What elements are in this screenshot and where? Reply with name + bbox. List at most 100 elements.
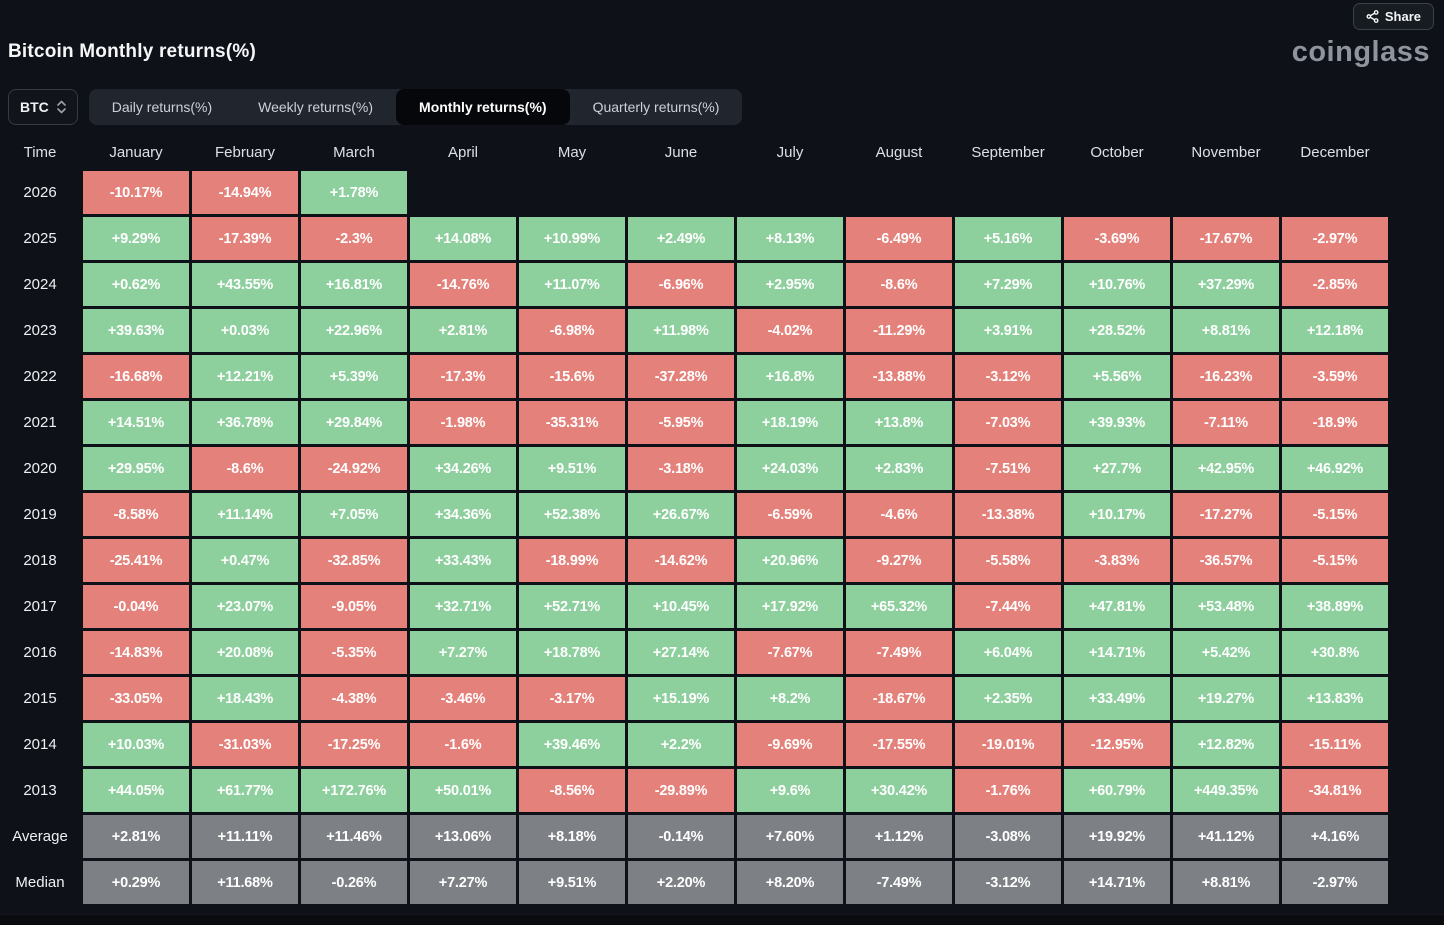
table-row-2024: 2024 +0.62% +43.55% +16.81% -14.76% +11.07% -6… <box>0 263 1444 306</box>
horizontal-scrollbar-track[interactable] <box>0 914 1444 925</box>
return-cell-2023-november: +8.81% <box>1173 309 1279 352</box>
return-cell-2020-may: +9.51% <box>519 447 625 490</box>
return-cell-2023-may: -6.98% <box>519 309 625 352</box>
return-cell-2017-september: -7.44% <box>955 585 1061 628</box>
return-cell-2013-october: +60.79% <box>1064 769 1170 812</box>
return-cell-2013-july: +9.6% <box>737 769 843 812</box>
return-cell-2020-june: -3.18% <box>628 447 734 490</box>
row-label-2020: 2020 <box>23 460 57 477</box>
table-row-2023: 2023 +39.63% +0.03% +22.96% +2.81% -6.98% +11.… <box>0 309 1444 352</box>
tab-bar: Daily returns(%) Weekly returns(%) Monthly… <box>88 89 743 125</box>
return-cell-2013-november: +449.35% <box>1173 769 1279 812</box>
return-cell-2019-august: -4.6% <box>846 493 952 536</box>
return-cell-2024-september: +7.29% <box>955 263 1061 306</box>
tab-monthly-returns[interactable]: Monthly returns(%) <box>396 89 570 125</box>
return-cell-2022-july: +16.8% <box>737 355 843 398</box>
return-cell-2024-february: +43.55% <box>192 263 298 306</box>
return-cell-2013-december: -34.81% <box>1282 769 1388 812</box>
return-cell-2014-september: -19.01% <box>955 723 1061 766</box>
return-cell-2013-june: -29.89% <box>628 769 734 812</box>
return-cell-2022-january: -16.68% <box>83 355 189 398</box>
return-cell-2024-january: +0.62% <box>83 263 189 306</box>
return-cell-2013-april: +50.01% <box>410 769 516 812</box>
row-label-2022: 2022 <box>23 368 57 385</box>
return-cell-2020-september: -7.51% <box>955 447 1061 490</box>
return-cell-2021-october: +39.93% <box>1064 401 1170 444</box>
return-cell-2022-february: +12.21% <box>192 355 298 398</box>
chevron-updown-icon <box>56 100 66 114</box>
return-cell-2026-november <box>1173 171 1279 214</box>
column-header-december: December <box>1300 143 1370 161</box>
row-label-2018: 2018 <box>23 552 57 569</box>
table-row-median: Median +0.29% +11.68% -0.26% +7.27% +9.51% +2.… <box>0 861 1444 904</box>
toolbar: BTC Daily returns(%) Weekly returns(%) Mon… <box>8 89 1444 125</box>
return-cell-2015-june: +15.19% <box>628 677 734 720</box>
return-cell-2014-october: -12.95% <box>1064 723 1170 766</box>
return-cell-2021-november: -7.11% <box>1173 401 1279 444</box>
return-cell-median-may: +9.51% <box>519 861 625 904</box>
return-cell-2014-june: +2.2% <box>628 723 734 766</box>
return-cell-2018-october: -3.83% <box>1064 539 1170 582</box>
return-cell-average-february: +11.11% <box>192 815 298 858</box>
return-cell-2018-february: +0.47% <box>192 539 298 582</box>
return-cell-2020-january: +29.95% <box>83 447 189 490</box>
return-cell-average-july: +7.60% <box>737 815 843 858</box>
return-cell-2013-january: +44.05% <box>83 769 189 812</box>
share-button[interactable]: Share <box>1352 3 1434 30</box>
row-label-2024: 2024 <box>23 276 57 293</box>
return-cell-2016-june: +27.14% <box>628 631 734 674</box>
return-cell-2025-june: +2.49% <box>628 217 734 260</box>
return-cell-average-april: +13.06% <box>410 815 516 858</box>
return-cell-2017-march: -9.05% <box>301 585 407 628</box>
return-cell-2018-june: -14.62% <box>628 539 734 582</box>
row-label-2017: 2017 <box>23 598 57 615</box>
column-header-january: January <box>109 143 163 161</box>
return-cell-2024-july: +2.95% <box>737 263 843 306</box>
return-cell-2019-june: +26.67% <box>628 493 734 536</box>
return-cell-2018-december: -5.15% <box>1282 539 1388 582</box>
return-cell-2019-july: -6.59% <box>737 493 843 536</box>
return-cell-2017-december: +38.89% <box>1282 585 1388 628</box>
table-header-row: Time January February March April May June July… <box>0 133 1444 171</box>
return-cell-2020-december: +46.92% <box>1282 447 1388 490</box>
return-cell-2026-april <box>410 171 516 214</box>
return-cell-median-december: -2.97% <box>1282 861 1388 904</box>
return-cell-2024-june: -6.96% <box>628 263 734 306</box>
return-cell-median-february: +11.68% <box>192 861 298 904</box>
return-cell-2015-march: -4.38% <box>301 677 407 720</box>
return-cell-average-june: -0.14% <box>628 815 734 858</box>
return-cell-2021-march: +29.84% <box>301 401 407 444</box>
return-cell-2019-may: +52.38% <box>519 493 625 536</box>
tab-quarterly-returns[interactable]: Quarterly returns(%) <box>570 89 743 125</box>
return-cell-2023-september: +3.91% <box>955 309 1061 352</box>
return-cell-2020-august: +2.83% <box>846 447 952 490</box>
return-cell-2022-november: -16.23% <box>1173 355 1279 398</box>
return-cell-2015-february: +18.43% <box>192 677 298 720</box>
return-cell-2026-june <box>628 171 734 214</box>
return-cell-2018-july: +20.96% <box>737 539 843 582</box>
table-row-2014: 2014 +10.03% -31.03% -17.25% -1.6% +39.46% +2.… <box>0 723 1444 766</box>
return-cell-median-july: +8.20% <box>737 861 843 904</box>
return-cell-2013-may: -8.56% <box>519 769 625 812</box>
row-label-2023: 2023 <box>23 322 57 339</box>
return-cell-2023-april: +2.81% <box>410 309 516 352</box>
return-cell-average-march: +11.46% <box>301 815 407 858</box>
row-label-2016: 2016 <box>23 644 57 661</box>
return-cell-2020-march: -24.92% <box>301 447 407 490</box>
return-cell-2024-march: +16.81% <box>301 263 407 306</box>
return-cell-average-november: +41.12% <box>1173 815 1279 858</box>
return-cell-2025-march: -2.3% <box>301 217 407 260</box>
column-header-november: November <box>1191 143 1261 161</box>
symbol-selector[interactable]: BTC <box>8 89 78 125</box>
return-cell-2022-april: -17.3% <box>410 355 516 398</box>
coinglass-logo: coinglass <box>1291 36 1430 68</box>
return-cell-2021-september: -7.03% <box>955 401 1061 444</box>
return-cell-2022-march: +5.39% <box>301 355 407 398</box>
return-cell-2022-august: -13.88% <box>846 355 952 398</box>
symbol-selector-value: BTC <box>20 99 49 115</box>
tab-weekly-returns[interactable]: Weekly returns(%) <box>235 89 396 125</box>
column-header-august: August <box>875 143 923 161</box>
row-label-2026: 2026 <box>23 184 57 201</box>
return-cell-2025-november: -17.67% <box>1173 217 1279 260</box>
tab-daily-returns[interactable]: Daily returns(%) <box>89 89 235 125</box>
